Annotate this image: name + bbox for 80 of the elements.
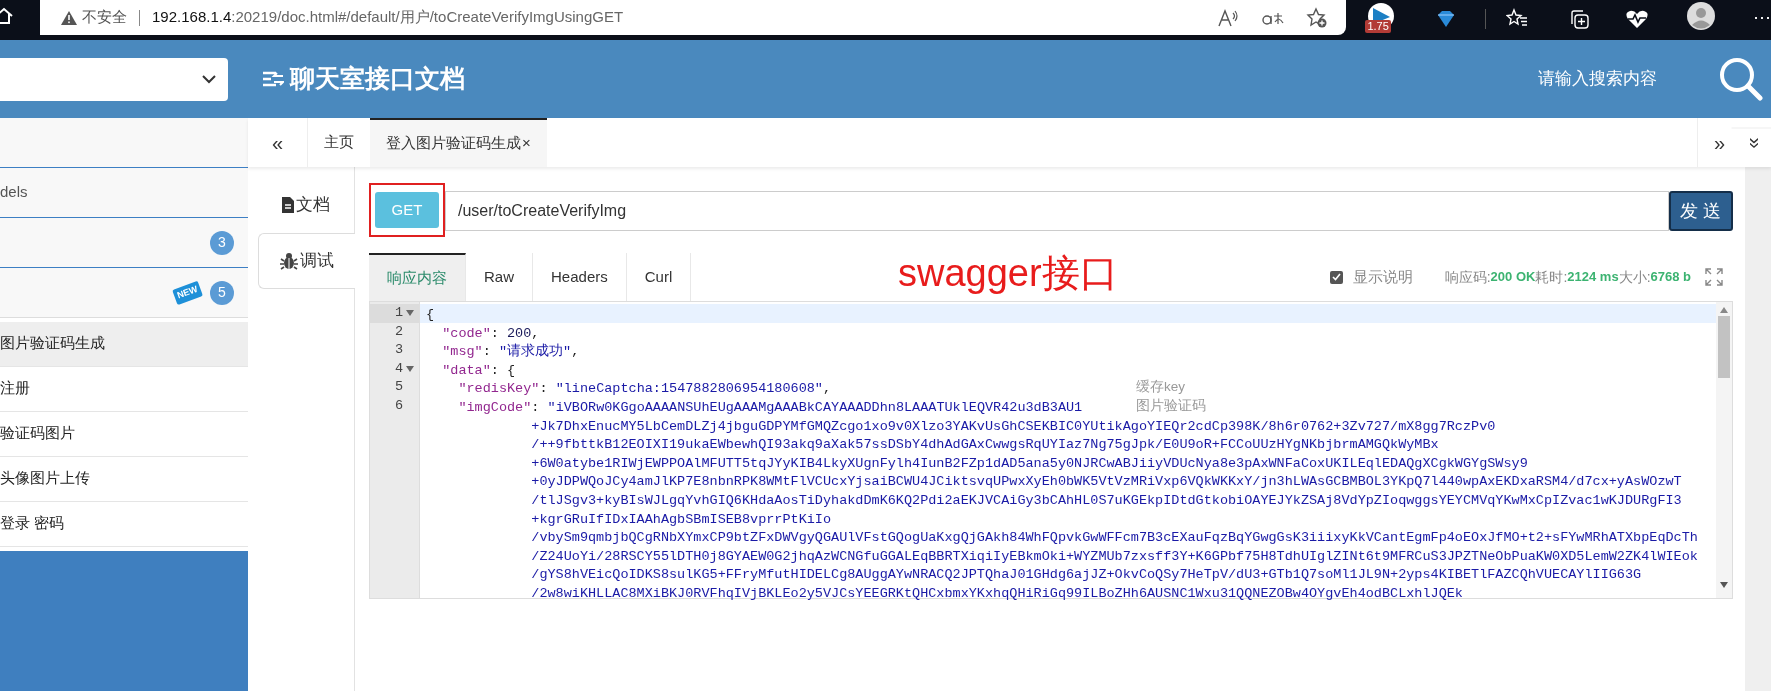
code-line: {	[426, 306, 435, 324]
code-line: /tlJSgv3+kyBIsWJLgqYvhGIQ6KHdaAosTiDyhakdDmK6KQ2Pdi2aEKJVCAiGy3bCAhHL0S7uKGEkpIDtdGtkobiOAYEJYkZSAj8VdYpZIoqwggsYEYCMVqYKwMxCpIZvac1wKJDURgFI3	[530, 491, 1682, 510]
favorites-icon[interactable]	[1506, 8, 1528, 28]
scroll-tabs-button[interactable]: »	[1697, 118, 1741, 167]
line-number: 1	[394, 304, 403, 322]
arrow-down-icon[interactable]	[1720, 582, 1728, 588]
app-title: 聊天室接口文档	[290, 63, 465, 95]
new-tag: NEW	[172, 280, 203, 305]
sidebar-item[interactable]: 图片验证码生成	[0, 322, 248, 367]
count-badge: 5	[210, 280, 234, 305]
search-icon[interactable]	[1719, 57, 1763, 101]
line-number: 6	[394, 396, 403, 415]
search-field[interactable]: 请输入搜索内容	[1538, 66, 1657, 92]
fullscreen-icon[interactable]	[1705, 268, 1723, 286]
code-line: /2w8wiKHLLAC8MXiBKJ0RVFhqIVjBKLEo2y5VJCsYEEGRKtQHCxbmxYKxhqQHiRiGq99ILBoZHh6AUSNC1Wxu31QQNEZOBw4OYgvEh4odBCLxhlJQEk	[530, 584, 1463, 603]
code-line: +kgrGRuIfIDxIAAhAgbSBmISEB8vprrPtKiIo	[530, 510, 832, 529]
security-label[interactable]: 不安全	[82, 6, 127, 29]
scrollbar-thumb[interactable]	[1718, 316, 1730, 378]
code-line: +Jk7DhxEnucMY5LbCemDLZj4jbguGDPYMfGMQZcgo1xo9v0Xlzo3YAKvUsGhCSEKBIC0YUtikAgoYIEQr2cdCp398K/8h6r0762+3Zv727/mX8gg7RczPv0	[530, 417, 1496, 436]
add-favorite-icon[interactable]	[1306, 6, 1329, 29]
document-icon	[282, 197, 294, 213]
code-editor[interactable]	[369, 301, 1733, 599]
collapse-tabs-button[interactable]: «	[248, 118, 308, 167]
code-line: +6W0atybe1RIWjEWPPOAlMFUTT5tqJYyKIB4LkyXUgnFylh4IunB2FZp1dAD5ana5y0NJRCwABJiiyVDUcNya8e3pAxWNFaCoxUKILEqlEDAQgXCgkWGYgSWsy9	[530, 454, 1528, 473]
read-aloud-icon[interactable]	[1218, 8, 1241, 27]
side-tab[interactable]: 文档	[258, 177, 354, 233]
checkbox-label[interactable]: 显示说明	[1352, 265, 1413, 289]
code-line: /gYS8hVEicQoIDKS8sulKG5+FFryMfutHIDELCg8AUggAYwNRACQ2JPTQhaJ01GHdg6ajJZ+OkvCoQSy7HeTpV/dU3+GTb1Q7soMl1JL9N+2yps4KIBETlFAZCQhVUECAYlIIG63G	[530, 566, 1642, 585]
time-label: 耗时:	[1535, 267, 1568, 287]
more-button[interactable]: ⋯	[1753, 8, 1771, 26]
profile-avatar-icon[interactable]	[1687, 2, 1715, 30]
home-icon[interactable]	[0, 6, 14, 26]
code-line: "msg": "请求成功",	[441, 343, 580, 362]
code-line: +0yJDPWQoJCy4amJlKP7E8nbnRPK8WMtFlVCUcxYjsaiBCWU4JCiktsvqUPwxXyEh0bWK5VtVzMRiVxp6VQkWKKxY/jn3hLWAsGCBMBOL3YKpQ7l440wpAxEKDxaRSM4/d7cx+yAsWOzwT	[530, 473, 1682, 492]
code-line: /++9fbttkB12EOIXI19ukaEWbewhQI93akq9aXak57ssDSbY4dhAdGAxCwwgsRqUYIaz7Ng75gJpk/E0U9oR+FCCoUUzHYgNKbjbrmAMGQkWyMBx	[530, 436, 1439, 455]
tab[interactable]: 登入图片验证码生成×	[370, 118, 547, 167]
scrollbar[interactable]	[1716, 302, 1732, 598]
close-icon[interactable]: ×	[522, 132, 531, 155]
sidebar-group-label[interactable]: dels	[0, 181, 28, 204]
side-tab[interactable]: 调试	[258, 233, 355, 289]
size-value: 6768 b	[1650, 268, 1691, 287]
menu-toggle-icon[interactable]	[262, 71, 284, 87]
url-path: :20219/doc.html#/default/用户/toCreateVerifyImgUsingGET	[231, 7, 624, 28]
chevron-down-icon	[202, 74, 216, 84]
response-tab[interactable]: 响应内容	[369, 253, 466, 301]
url-host: 192.168.1.4	[152, 7, 232, 28]
extension-badge: 1.75	[1365, 20, 1391, 33]
code-comment: 缓存key	[1136, 378, 1185, 397]
code-comment: 图片验证码	[1136, 397, 1206, 415]
heart-pulse-icon[interactable]	[1625, 9, 1649, 29]
response-tab[interactable]: Curl	[626, 253, 692, 301]
url-field[interactable]: /user/toCreateVerifyImg	[445, 191, 1669, 231]
tab[interactable]: 主页	[308, 118, 370, 167]
warning-icon	[60, 9, 78, 26]
line-number: 4	[394, 359, 403, 378]
code-line: "code": 200,	[441, 324, 540, 343]
code-line: "data": {	[441, 361, 516, 380]
time-value: 2124 ms	[1567, 268, 1619, 287]
line-number: 3	[394, 341, 403, 360]
collections-icon[interactable]	[1568, 8, 1590, 30]
status-value: 200 OK	[1490, 268, 1536, 287]
arrow-up-icon[interactable]	[1720, 307, 1728, 313]
address-bar[interactable]: 不安全 192.168.1.4:20219/doc.html#/default/用户/toCreateVerifyImgUsingGET	[40, 0, 1347, 35]
response-tab[interactable]: Raw	[466, 253, 533, 301]
code-line: /vbySm9qmbjbQCgRNbXYmxCP9btZFxDWVgyQGAUlVFstGQogUaKxgQjGAkh84WhFQpvkGwWFFcm7B3cEXauFqzBqYGwgGsK3iiixyKkVCantEgmFp4oEOxJfMO+t2+sFYwMRhATXbpEqDcTh	[530, 529, 1698, 548]
send-button[interactable]: 发 送	[1669, 191, 1733, 231]
bug-icon	[280, 252, 298, 270]
line-number: 2	[394, 322, 403, 341]
code-line: "imgCode": "iVBORw0KGgoAAAANSUhEUgAAAMgAAABkCAYAAADDhn8LAAATUklEQVR42u3dB3AU1	[457, 398, 1083, 417]
count-badge: 3	[210, 230, 234, 255]
response-tab[interactable]: Headers	[533, 253, 627, 301]
annotation-text: swagger接口	[898, 251, 1118, 295]
code-line: "redisKey": "lineCaptcha:1547882806954180608",	[457, 380, 832, 399]
line-number: 5	[394, 378, 403, 397]
page-scrollbar[interactable]	[1745, 167, 1771, 691]
status-label: 响应码:	[1444, 267, 1491, 287]
size-label: 大小:	[1618, 267, 1651, 287]
code-line: /Z24UoYi/28RSCY55lDTH0j8GYAEW0G2jhqAzWCNGfuGGALEqBBRTXiqiIyEBkmOki+WYZMUb7zxsff3Y+K6GPbf75H8TdhUIglZINt6t9MFRCuS3JPZTNeObPuaKW0XD5LemW2ZK4lWIEok	[530, 547, 1698, 566]
gem-icon[interactable]	[1436, 10, 1456, 28]
select-field[interactable]	[0, 57, 228, 101]
